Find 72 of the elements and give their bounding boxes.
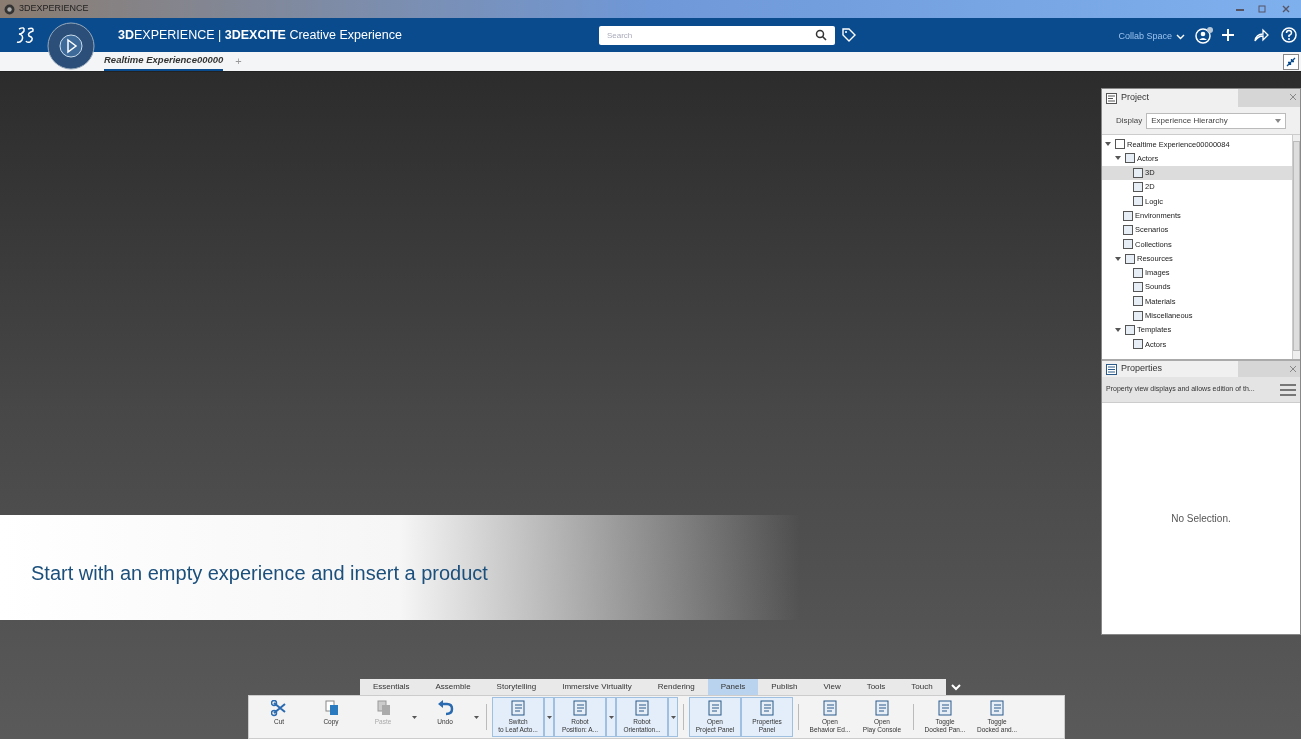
tool-icon <box>374 700 392 717</box>
menu-icon[interactable] <box>1280 382 1296 397</box>
display-dropdown[interactable]: Experience Hierarchy <box>1146 112 1286 129</box>
tool-icon <box>633 700 651 717</box>
item-icon <box>1133 267 1143 278</box>
scrollbar[interactable] <box>1292 135 1300 359</box>
tool-icon <box>988 700 1006 717</box>
collapse-button[interactable] <box>1283 53 1299 70</box>
tool-icon <box>571 700 589 717</box>
item-icon <box>1133 310 1143 321</box>
expand-arrow-icon[interactable] <box>1115 327 1121 333</box>
tool-icon <box>436 700 454 717</box>
help-icon[interactable] <box>1281 27 1297 43</box>
display-label: Display <box>1116 114 1143 127</box>
properties-icon <box>1106 363 1117 375</box>
ribbon-tab[interactable]: Publish <box>758 679 811 695</box>
tool-icon <box>936 700 954 717</box>
dropdown-button[interactable] <box>668 697 678 737</box>
item-icon <box>1123 224 1133 235</box>
tool-icon <box>509 700 527 717</box>
panel-title: Properties <box>1121 362 1163 376</box>
dropdown-button[interactable] <box>606 697 616 737</box>
search-icon[interactable] <box>814 29 827 41</box>
project-icon <box>1106 92 1117 104</box>
chevron-down-icon[interactable] <box>950 683 961 691</box>
tag-icon[interactable] <box>840 27 857 43</box>
item-icon <box>1123 210 1133 221</box>
item-icon <box>1125 153 1135 164</box>
tool-icon <box>270 700 288 717</box>
item-icon <box>1133 296 1143 307</box>
item-icon <box>1133 167 1143 178</box>
tool-icon <box>873 700 891 717</box>
ribbon-tab[interactable]: Storytelling <box>483 679 550 695</box>
collab-space-dropdown[interactable]: Collab Space <box>1118 30 1185 44</box>
close-icon[interactable] <box>1282 5 1290 13</box>
ribbon-tab[interactable]: Essentials <box>360 679 423 695</box>
expand-arrow-icon[interactable] <box>1115 255 1121 262</box>
tool-icon <box>821 700 839 717</box>
ribbon-tab[interactable]: View <box>810 679 854 695</box>
dropdown-button[interactable] <box>544 697 554 737</box>
item-icon <box>1133 282 1143 293</box>
user-icon[interactable] <box>1195 26 1215 44</box>
item-icon <box>1125 253 1135 264</box>
ribbon-tab[interactable]: Touch <box>898 679 946 695</box>
tool-icon <box>758 700 776 717</box>
caret-icon[interactable] <box>1176 34 1185 40</box>
item-icon <box>1125 325 1135 335</box>
caret-icon[interactable] <box>670 715 676 719</box>
ribbon-tab[interactable]: Panels <box>707 679 759 695</box>
item-icon <box>1133 339 1143 350</box>
tool-icon <box>706 700 724 717</box>
item-icon <box>1133 182 1143 193</box>
caret-icon[interactable] <box>473 715 479 719</box>
app-icon <box>4 3 15 15</box>
item-icon <box>1123 239 1133 250</box>
caret-icon[interactable] <box>608 715 614 719</box>
add-icon[interactable] <box>1221 28 1235 42</box>
minimize-icon[interactable] <box>1236 7 1244 11</box>
share-icon[interactable] <box>1253 28 1269 42</box>
item-icon <box>1115 139 1125 150</box>
window-title: 3DEXPERIENCE <box>19 2 89 16</box>
banner-text: Start with an empty experience and insert a product <box>31 560 488 586</box>
empty-message: No Selection. <box>1171 512 1231 526</box>
item-icon <box>1133 196 1143 207</box>
caret-icon[interactable] <box>546 715 552 719</box>
app-title: 3DEXPERIENCE | 3DEXCITE Creative Experience <box>118 26 402 44</box>
ribbon-tab[interactable]: Assemble <box>422 679 484 695</box>
tool-icon <box>322 700 340 717</box>
ribbon-tab[interactable]: Immersive Virtuality <box>549 679 645 695</box>
panel-title: Project <box>1121 91 1149 105</box>
ribbon-tab[interactable]: Rendering <box>644 679 708 695</box>
ribbon-tab[interactable]: Tools <box>853 679 899 695</box>
